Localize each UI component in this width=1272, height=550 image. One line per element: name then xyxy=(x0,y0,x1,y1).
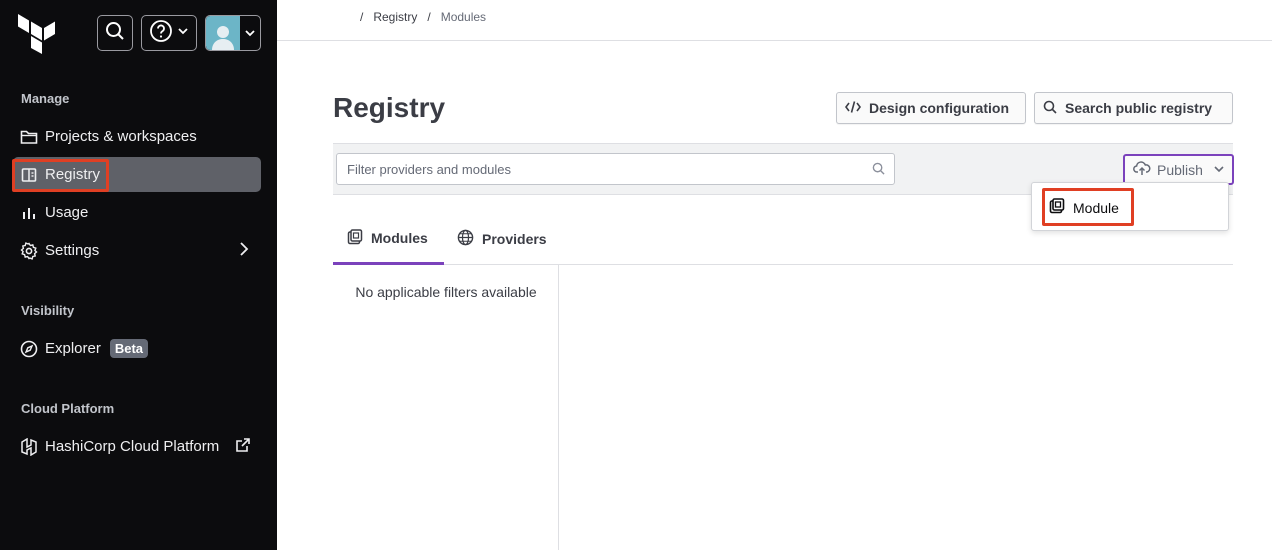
code-icon xyxy=(845,100,861,117)
beta-badge: Beta xyxy=(109,339,149,358)
cloud-upload-icon xyxy=(1133,160,1151,179)
chevron-right-icon xyxy=(237,241,251,261)
search-icon xyxy=(872,162,885,180)
search-icon xyxy=(105,21,125,46)
filter-input[interactable] xyxy=(336,153,895,185)
publish-button[interactable]: Publish xyxy=(1123,154,1234,185)
breadcrumb-modules: Modules xyxy=(440,10,487,24)
section-label-visibility: Visibility xyxy=(21,303,75,318)
sidebar-item-label: Explorer xyxy=(45,340,101,357)
sidebar-item-registry[interactable]: Registry xyxy=(13,157,261,192)
sidebar: Manage Projects & workspaces Registry Us… xyxy=(0,0,277,550)
section-label-cloud-platform: Cloud Platform xyxy=(21,401,115,416)
help-menu-button[interactable] xyxy=(141,15,197,51)
terraform-logo[interactable] xyxy=(18,14,56,54)
bar-chart-icon xyxy=(19,203,39,223)
sidebar-item-hashicorp-cloud[interactable]: HashiCorp Cloud Platform xyxy=(13,429,261,464)
external-link-icon xyxy=(235,437,251,457)
search-public-registry-label: Search public registry xyxy=(1065,100,1213,116)
hashicorp-icon xyxy=(19,437,39,457)
header-divider xyxy=(277,40,1272,41)
tab-label: Modules xyxy=(371,230,428,246)
section-label-manage: Manage xyxy=(21,91,70,106)
folder-icon xyxy=(19,127,39,147)
registry-icon xyxy=(19,165,39,185)
search-button[interactable] xyxy=(97,15,133,51)
tab-providers[interactable]: Providers xyxy=(457,214,547,264)
help-icon xyxy=(149,19,173,48)
no-filters-message: No applicable filters available xyxy=(355,284,537,300)
breadcrumb-separator: / xyxy=(427,10,431,24)
sidebar-item-label: Registry xyxy=(45,166,101,183)
filters-panel: No applicable filters available xyxy=(333,265,559,550)
gear-icon xyxy=(19,241,39,261)
module-icon xyxy=(347,228,363,248)
search-public-registry-button[interactable]: Search public registry xyxy=(1034,92,1233,124)
globe-icon xyxy=(457,229,474,249)
page-title: Registry xyxy=(333,92,446,123)
sidebar-item-projects[interactable]: Projects & workspaces xyxy=(13,119,261,154)
publish-label: Publish xyxy=(1157,161,1203,178)
tab-bar: Modules Providers xyxy=(333,214,1233,265)
chevron-down-icon xyxy=(177,24,189,42)
sidebar-item-label: Usage xyxy=(45,204,89,221)
sidebar-item-label: HashiCorp Cloud Platform xyxy=(45,438,220,455)
compass-icon xyxy=(19,339,39,359)
sidebar-item-settings[interactable]: Settings xyxy=(13,233,261,268)
sidebar-item-label: Projects & workspaces xyxy=(45,128,197,145)
tab-label: Providers xyxy=(482,231,547,247)
sidebar-item-label: Settings xyxy=(45,242,100,259)
sidebar-item-explorer[interactable]: Explorer Beta xyxy=(13,331,261,366)
breadcrumb-separator: / xyxy=(360,10,364,24)
design-configuration-label: Design configuration xyxy=(869,100,1009,116)
avatar xyxy=(206,16,240,50)
chevron-down-icon xyxy=(1213,162,1225,178)
tab-modules[interactable]: Modules xyxy=(333,214,444,265)
design-configuration-button[interactable]: Design configuration xyxy=(836,92,1026,124)
sidebar-item-usage[interactable]: Usage xyxy=(13,195,261,230)
breadcrumb: / Registry / Modules xyxy=(360,10,486,24)
chevron-down-icon xyxy=(240,27,260,39)
search-icon xyxy=(1043,100,1057,117)
breadcrumb-registry[interactable]: Registry xyxy=(373,10,417,24)
user-menu-button[interactable] xyxy=(205,15,261,51)
